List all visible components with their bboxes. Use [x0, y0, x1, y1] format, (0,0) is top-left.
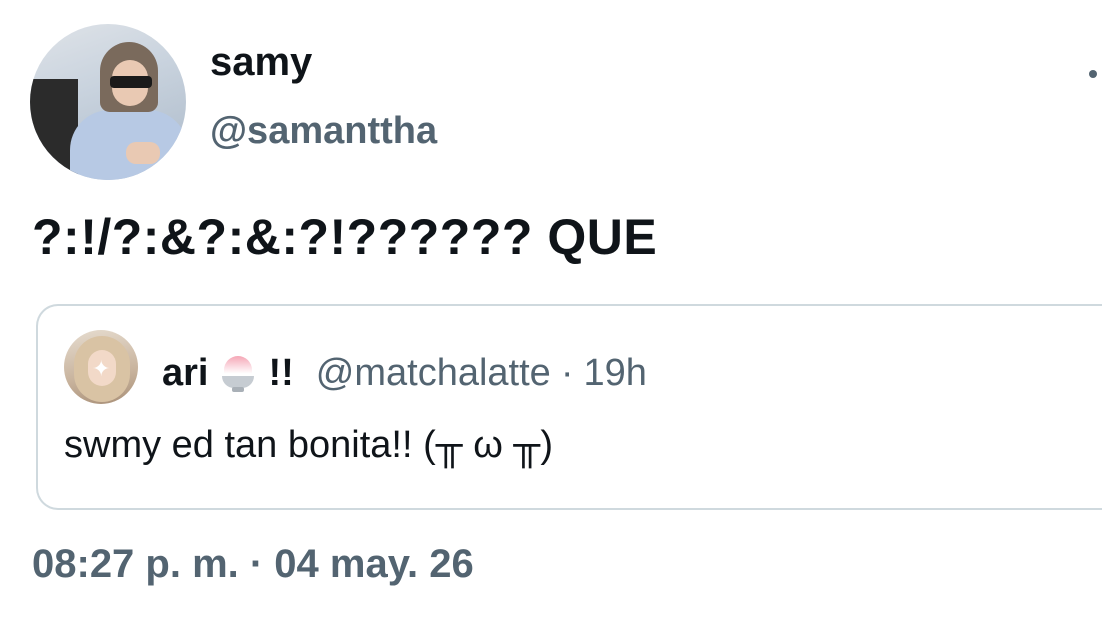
sparkle-icon: ✦: [92, 356, 111, 381]
quoted-author-handle[interactable]: @matchalatte: [316, 352, 551, 395]
quoted-author-name-suffix: !!: [268, 352, 294, 394]
quoted-tweet-time[interactable]: 19h: [583, 352, 646, 395]
author-avatar[interactable]: [30, 24, 186, 180]
avatar-sunglasses: [110, 76, 152, 88]
shaved-ice-icon: [218, 354, 258, 394]
avatar-hand: [126, 142, 160, 164]
more-options-icon[interactable]: [1089, 70, 1097, 78]
author-handle[interactable]: @samanttha: [210, 110, 437, 153]
tweet-timestamp[interactable]: 08:27 p. m. · 04 may. 26: [32, 542, 474, 587]
quoted-tweet-header: ari !! @matchalatte · 19h: [162, 352, 647, 395]
quoted-tweet-text: swmy ed tan bonita!! (╥ ω ╥): [64, 424, 554, 466]
quoted-author-avatar[interactable]: ✦: [64, 330, 138, 404]
quoted-author-name[interactable]: ari: [162, 352, 208, 395]
author-display-name[interactable]: samy: [210, 40, 312, 85]
quoted-tweet-card[interactable]: ✦ ari !! @matchalatte · 19h swmy ed tan …: [36, 304, 1102, 510]
tweet: samy @samanttha ?:!/?:&?:&:?!?????? QUE …: [0, 0, 1102, 620]
separator-dot: ·: [560, 352, 574, 394]
tweet-text: ?:!/?:&?:&:?!?????? QUE: [32, 209, 658, 265]
